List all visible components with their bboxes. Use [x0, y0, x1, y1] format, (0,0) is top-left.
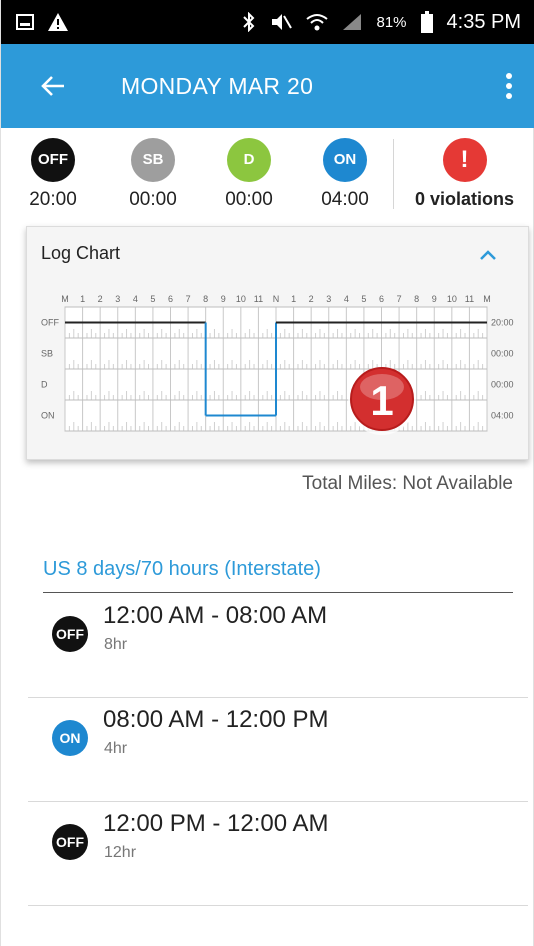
chart-row-total: 20:00 — [491, 318, 514, 328]
duty-summary-sb[interactable]: SB 00:00 — [105, 137, 201, 211]
app-bar: MONDAY MAR 20 — [1, 44, 534, 128]
bluetooth-icon — [243, 12, 255, 32]
duty-time-sb: 00:00 — [129, 188, 177, 210]
ruleset-label[interactable]: US 8 days/70 hours (Interstate) — [43, 558, 321, 581]
log-chart-grid: M 1 2 3 4 5 6 7 8 9 10 11 N 1 2 3 4 5 6 7 8 9 10 11 M OFF 20:00 SB 0… — [41, 294, 514, 435]
chart-hour-label: 6 — [168, 294, 173, 304]
chart-row-total: 04:00 — [491, 411, 514, 421]
log-entry[interactable]: OFF 12:00 AM - 08:00 AM 8hr — [28, 594, 528, 698]
sleeper-berth-icon: SB — [131, 137, 175, 182]
chart-hour-label: 8 — [203, 294, 208, 304]
log-chart-title: Log Chart — [41, 243, 121, 263]
overflow-menu-button[interactable] — [497, 66, 521, 106]
battery-icon — [420, 11, 433, 33]
chart-hour-label: 11 — [254, 294, 263, 304]
log-entry[interactable]: OFF 12:00 PM - 12:00 AM 12hr — [28, 802, 528, 906]
chart-row-label: ON — [41, 411, 55, 421]
page-title: MONDAY MAR 20 — [121, 72, 314, 99]
chart-hour-label: 5 — [361, 294, 366, 304]
more-vert-icon — [506, 73, 512, 99]
chart-hour-label: 10 — [236, 294, 246, 304]
violations-summary[interactable]: ! 0 violations — [394, 138, 534, 210]
back-arrow-icon — [41, 76, 64, 96]
total-miles: Total Miles: Not Available — [302, 473, 513, 494]
duty-summary: OFF 20:00 SB 00:00 D 00:00 ON 04:00 ! 0 … — [1, 128, 534, 220]
log-chart-card: Log Chart M 1 2 3 4 5 6 7 8 9 10 11 N 1 2 3 4 5 6 7 8 9 10 11 M O… — [26, 226, 529, 460]
chart-row-label: D — [41, 380, 48, 390]
chart-hour-label: M — [483, 294, 491, 304]
off-duty-icon: OFF — [52, 824, 88, 860]
on-duty-icon: ON — [323, 137, 367, 182]
violation-alert-icon: ! — [442, 138, 487, 182]
chart-row-total: 00:00 — [491, 349, 514, 359]
duty-summary-d[interactable]: D 00:00 — [201, 137, 297, 211]
screen: 81% 4:35 PM MONDAY MAR 20 OFF 20:00 SB 0… — [0, 0, 534, 946]
chart-hour-label: 1 — [291, 294, 296, 304]
entry-duration: 8hr — [104, 636, 128, 653]
wifi-icon — [306, 14, 329, 31]
chart-hour-label: 1 — [80, 294, 85, 304]
alert-icon — [48, 13, 68, 31]
duty-summary-off[interactable]: OFF 20:00 — [1, 137, 105, 211]
chart-row-label: OFF — [41, 318, 59, 328]
on-duty-icon: ON — [52, 720, 88, 756]
chart-hour-label: 11 — [465, 294, 474, 304]
chart-hour-label: 6 — [379, 294, 384, 304]
status-bar: 81% 4:35 PM — [1, 0, 534, 44]
entry-time-range: 08:00 AM - 12:00 PM — [103, 706, 329, 733]
clock: 4:35 PM — [446, 10, 521, 33]
chart-hour-label: M — [61, 294, 69, 304]
chart-hour-label: 7 — [186, 294, 191, 304]
off-duty-icon: OFF — [31, 137, 75, 182]
chart-hour-label: 9 — [432, 294, 437, 304]
chart-row-total: 00:00 — [491, 380, 514, 390]
chart-hour-label: 5 — [150, 294, 155, 304]
duty-summary-on[interactable]: ON 04:00 — [297, 137, 393, 211]
chart-hour-label: 7 — [397, 294, 402, 304]
chart-hour-label: 4 — [344, 294, 349, 304]
mute-icon — [272, 14, 293, 30]
marker-label: 1 — [370, 377, 393, 424]
chart-hour-label: 9 — [221, 294, 226, 304]
chart-hour-label: 4 — [133, 294, 138, 304]
back-button[interactable] — [25, 58, 81, 114]
duty-time-off: 20:00 — [29, 188, 77, 210]
signal-icon — [343, 14, 362, 30]
chart-hour-label: 10 — [447, 294, 457, 304]
ruleset-divider — [43, 592, 513, 593]
driving-icon: D — [227, 137, 271, 182]
collapse-button[interactable] — [474, 241, 502, 269]
chart-hour-label: 8 — [414, 294, 419, 304]
chart-row-label: SB — [41, 349, 53, 359]
chart-hour-label: 2 — [309, 294, 314, 304]
battery-percent: 81% — [376, 13, 407, 31]
duty-time-on: 04:00 — [321, 188, 369, 210]
off-duty-icon: OFF — [52, 616, 88, 652]
log-entry[interactable]: ON 08:00 AM - 12:00 PM 4hr — [28, 698, 528, 802]
entry-time-range: 12:00 AM - 08:00 AM — [103, 602, 328, 629]
entry-duration: 4hr — [104, 740, 128, 757]
duty-time-d: 00:00 — [225, 188, 273, 210]
chart-hour-label: 3 — [115, 294, 120, 304]
violations-count: 0 violations — [414, 189, 515, 209]
chart-hour-label: N — [273, 294, 280, 304]
chart-hour-label: 3 — [326, 294, 331, 304]
chevron-up-icon — [480, 250, 496, 260]
entry-duration: 12hr — [104, 844, 137, 861]
chart-hour-label: 2 — [98, 294, 103, 304]
image-icon — [16, 14, 34, 30]
entry-time-range: 12:00 PM - 12:00 AM — [103, 810, 329, 837]
